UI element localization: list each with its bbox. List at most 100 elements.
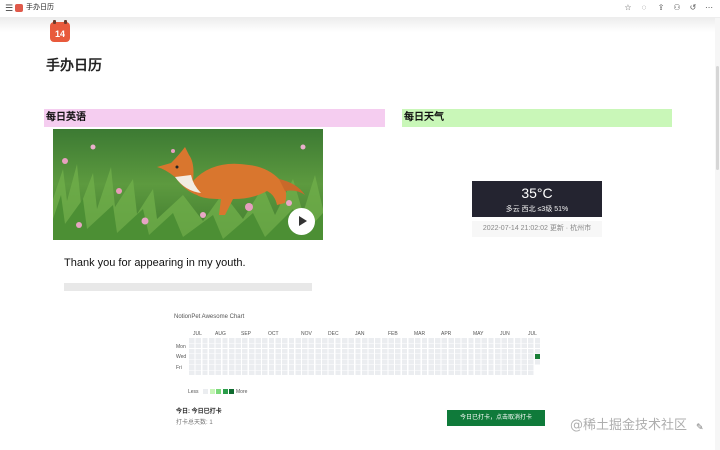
heatmap-cell[interactable] [408, 359, 414, 365]
heatmap-cell[interactable] [481, 365, 487, 370]
heatmap-cell[interactable] [215, 365, 221, 370]
heatmap-cell[interactable] [228, 348, 235, 354]
heatmap-cell[interactable] [302, 343, 308, 349]
heatmap-cell[interactable] [288, 370, 295, 376]
heatmap-cell[interactable] [455, 354, 461, 359]
heatmap-cell[interactable] [248, 359, 255, 365]
heatmap-cell[interactable] [328, 365, 335, 370]
heatmap-cell[interactable] [255, 370, 261, 376]
heatmap-cell[interactable] [195, 359, 202, 365]
heatmap-cell[interactable] [235, 365, 241, 370]
heatmap-cell[interactable] [262, 359, 268, 365]
heatmap-cell[interactable] [421, 359, 428, 365]
heatmap-cell[interactable] [408, 370, 414, 376]
comment-icon[interactable]: ◌ [639, 3, 649, 13]
heatmap-cell[interactable] [195, 365, 202, 370]
heatmap-cell[interactable] [368, 348, 374, 354]
heatmap-cell[interactable] [348, 348, 354, 354]
edit-icon[interactable]: ✎ [696, 422, 706, 432]
heatmap-cell[interactable] [528, 348, 534, 354]
heatmap-cell[interactable] [335, 359, 341, 365]
heatmap-cell[interactable] [275, 354, 281, 359]
heatmap-cell[interactable] [375, 365, 381, 370]
heatmap-cell[interactable] [421, 365, 428, 370]
heatmap-cell[interactable] [455, 359, 461, 365]
heatmap-cell[interactable] [361, 359, 368, 365]
heatmap-cell[interactable] [395, 365, 401, 370]
heatmap-cell[interactable] [228, 370, 235, 376]
heatmap-cell[interactable] [494, 359, 501, 365]
heatmap-cell[interactable] [255, 365, 261, 370]
heatmap-cell[interactable] [361, 370, 368, 376]
heatmap-cell[interactable] [268, 348, 275, 354]
heatmap-cell[interactable] [368, 354, 374, 359]
heatmap-cell[interactable] [528, 365, 534, 370]
heatmap-cell[interactable] [235, 338, 241, 343]
heatmap-cell[interactable] [474, 359, 481, 365]
heatmap-cell[interactable] [508, 343, 514, 349]
heatmap-cell-active[interactable] [534, 354, 541, 359]
heatmap-cell[interactable] [381, 348, 388, 354]
heatmap-cell[interactable] [202, 370, 208, 376]
heatmap-cell[interactable] [508, 370, 514, 376]
heatmap-cell[interactable] [461, 348, 468, 354]
heatmap-cell[interactable] [308, 370, 315, 376]
heatmap-cell[interactable] [494, 338, 501, 343]
heatmap-cell[interactable] [474, 370, 481, 376]
heatmap-cell[interactable] [341, 370, 348, 376]
heatmap-cell[interactable] [322, 343, 328, 349]
heatmap-cell[interactable] [348, 338, 354, 343]
heatmap-cell[interactable] [295, 348, 301, 354]
heatmap-cell[interactable] [202, 365, 208, 370]
heatmap-cell[interactable] [521, 365, 527, 370]
heatmap-cell[interactable] [534, 343, 541, 349]
heatmap-cell[interactable] [415, 354, 421, 359]
heatmap-cell[interactable] [395, 359, 401, 365]
heatmap-cell[interactable] [322, 348, 328, 354]
heatmap-cell[interactable] [315, 370, 321, 376]
heatmap-cell[interactable] [335, 354, 341, 359]
heatmap-cell[interactable] [428, 370, 434, 376]
heatmap-cell[interactable] [235, 370, 241, 376]
heatmap-cell[interactable] [268, 354, 275, 359]
heatmap-cell[interactable] [441, 365, 448, 370]
heatmap-cell[interactable] [341, 343, 348, 349]
heatmap-cell[interactable] [335, 343, 341, 349]
heatmap-cell[interactable] [428, 354, 434, 359]
heatmap-cell[interactable] [461, 359, 468, 365]
heatmap-cell[interactable] [268, 338, 275, 343]
heatmap-cell[interactable] [235, 343, 241, 349]
heatmap-cell[interactable] [381, 370, 388, 376]
menu-icon[interactable]: ☰ [5, 3, 13, 13]
heatmap-cell[interactable] [501, 370, 507, 376]
heatmap-cell[interactable] [195, 370, 202, 376]
heatmap-cell[interactable] [262, 343, 268, 349]
heatmap-cell[interactable] [421, 348, 428, 354]
heatmap-cell[interactable] [521, 348, 527, 354]
heatmap-cell[interactable] [355, 343, 361, 349]
heatmap-cell[interactable] [408, 338, 414, 343]
heatmap-cell[interactable] [468, 359, 474, 365]
heatmap-cell[interactable] [335, 348, 341, 354]
heatmap-cell[interactable] [415, 348, 421, 354]
heatmap-cell[interactable] [528, 338, 534, 343]
heatmap-cell[interactable] [202, 348, 208, 354]
heatmap-cell[interactable] [322, 338, 328, 343]
calendar-icon[interactable]: 14 [50, 20, 70, 42]
heatmap-cell[interactable] [248, 370, 255, 376]
heatmap-cell[interactable] [295, 338, 301, 343]
heatmap-cell[interactable] [288, 359, 295, 365]
heatmap-cell[interactable] [501, 343, 507, 349]
heatmap-cell[interactable] [468, 370, 474, 376]
heatmap-cell[interactable] [189, 348, 195, 354]
heatmap-cell[interactable] [401, 343, 408, 349]
heatmap-cell[interactable] [195, 338, 202, 343]
heatmap-cell[interactable] [282, 359, 288, 365]
heatmap-cell[interactable] [355, 348, 361, 354]
heatmap-cell[interactable] [395, 348, 401, 354]
heatmap-cell[interactable] [322, 354, 328, 359]
heatmap-cell[interactable] [361, 354, 368, 359]
heatmap-cell[interactable] [468, 365, 474, 370]
page-title[interactable]: 手办日历 [46, 56, 102, 74]
scrollbar[interactable] [715, 18, 720, 450]
